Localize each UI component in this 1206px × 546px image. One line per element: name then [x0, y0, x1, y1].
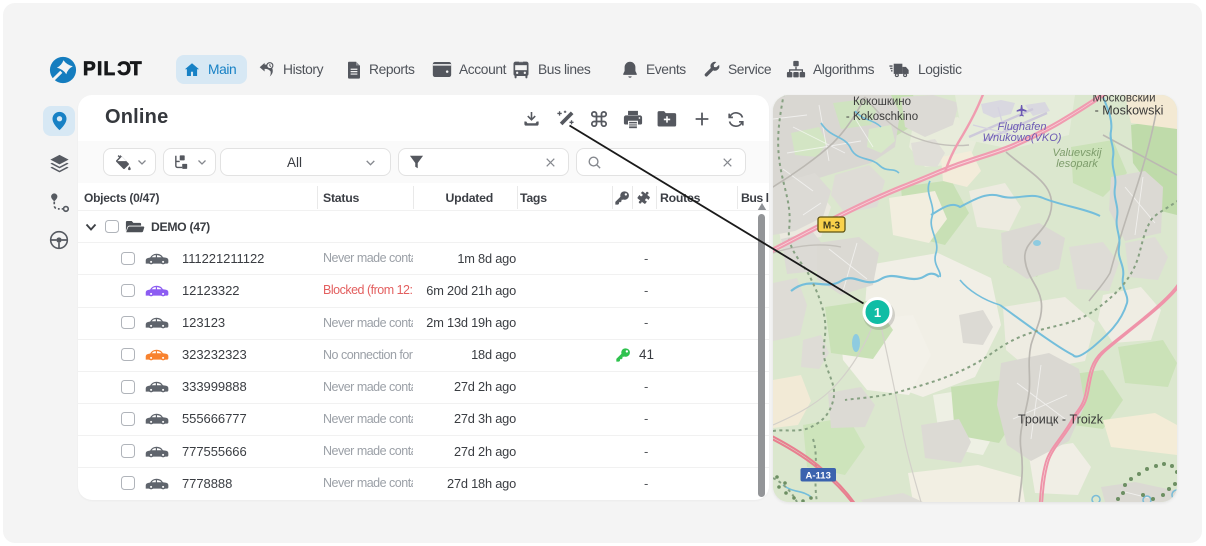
- svg-text:Троицк - Troizk: Троицк - Troizk: [1018, 413, 1104, 427]
- svg-text:A-113: A-113: [806, 471, 831, 482]
- svg-text:lesopark: lesopark: [1056, 158, 1098, 170]
- svg-text:Wnukowo(VKO): Wnukowo(VKO): [983, 132, 1062, 144]
- svg-text:- Moskowski: - Moskowski: [1095, 104, 1164, 118]
- svg-text:1: 1: [874, 305, 881, 320]
- svg-text:- Kokoschkino: - Kokoschkino: [846, 111, 918, 123]
- svg-text:M-3: M-3: [823, 221, 841, 232]
- svg-text:Кокошкино: Кокошкино: [853, 96, 911, 108]
